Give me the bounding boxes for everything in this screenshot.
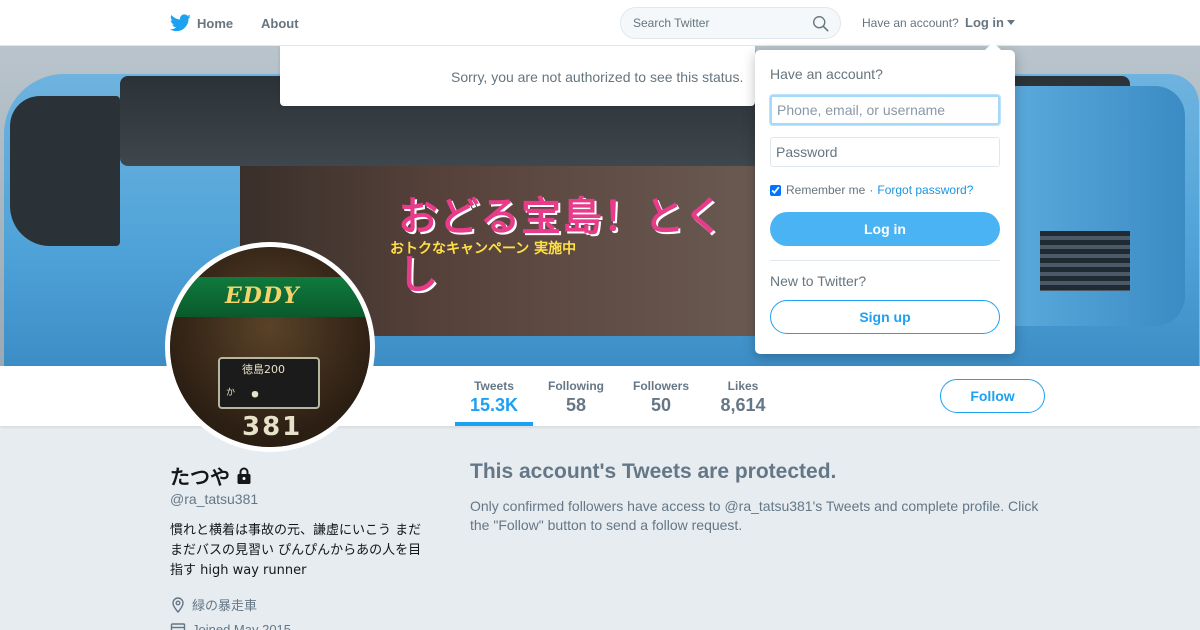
top-navigation-bar: Home About Have an account? Log in bbox=[0, 0, 1200, 46]
search-input[interactable] bbox=[633, 16, 803, 30]
login-toggle-label: Log in bbox=[965, 15, 1004, 30]
profile-name-text: たつや bbox=[170, 465, 230, 489]
login-dropdown-toggle[interactable]: Log in bbox=[965, 15, 1015, 30]
profile-location-text: 緑の暴走車 bbox=[192, 599, 258, 614]
login-button[interactable]: Log in bbox=[770, 212, 1000, 246]
stat-likes-label: Likes bbox=[727, 379, 759, 393]
stat-followers-value: 50 bbox=[650, 395, 672, 415]
profile-name[interactable]: たつや bbox=[170, 461, 252, 490]
separator-dot: · bbox=[869, 183, 874, 197]
stat-followers-label: Followers bbox=[632, 379, 689, 393]
stat-following[interactable]: Following 58 bbox=[543, 366, 609, 426]
follow-button[interactable]: Follow bbox=[940, 379, 1045, 413]
stat-tweets[interactable]: Tweets 15.3K bbox=[455, 366, 533, 426]
profile-location: 緑の暴走車 bbox=[170, 595, 257, 614]
remember-me-label[interactable]: Remember me bbox=[786, 183, 865, 197]
unauthorized-notice-text: Sorry, you are not authorized to see thi… bbox=[451, 69, 744, 85]
plate-kana-text: か bbox=[226, 388, 236, 398]
avatar-license-plate: 徳島200 か ・381 bbox=[218, 357, 320, 442]
have-account-text: Have an account? bbox=[862, 16, 959, 30]
banner-advert-subtitle: おトクなキャンペーン 実施中 bbox=[390, 241, 577, 257]
stat-following-value: 58 bbox=[565, 395, 587, 415]
profile-bio: 慣れと横着は事故の元、謙虚にいこう まだまだバスの見習い ぴんぴんからあの人を目… bbox=[170, 523, 422, 578]
lock-icon bbox=[237, 467, 251, 484]
new-to-twitter-text: New to Twitter? bbox=[770, 273, 867, 289]
banner-bus-grille bbox=[1040, 231, 1130, 291]
banner-bus-front bbox=[10, 96, 120, 246]
stat-likes-value: 8,614 bbox=[720, 395, 766, 415]
twitter-bird-icon bbox=[170, 14, 191, 32]
profile-joined: Joined May 2015 bbox=[170, 621, 291, 630]
stat-likes[interactable]: Likes 8,614 bbox=[712, 366, 774, 426]
remember-me-row: Remember me · Forgot password? bbox=[770, 183, 973, 197]
caret-down-icon bbox=[1007, 20, 1015, 25]
signup-button[interactable]: Sign up bbox=[770, 300, 1000, 334]
unauthorized-notice: Sorry, you are not authorized to see thi… bbox=[280, 46, 755, 106]
stat-tweets-label: Tweets bbox=[474, 379, 514, 393]
nav-about-link[interactable]: About bbox=[261, 16, 299, 31]
protected-tweets-title: This account's Tweets are protected. bbox=[470, 460, 837, 483]
search-icon[interactable] bbox=[812, 15, 829, 32]
username-field[interactable] bbox=[770, 95, 1000, 125]
search-box bbox=[620, 7, 841, 39]
stat-tweets-value: 15.3K bbox=[469, 395, 519, 415]
avatar-sign-text: EDDY bbox=[225, 283, 300, 309]
protected-tweets-text: Only confirmed followers have access to … bbox=[470, 498, 1039, 533]
stat-followers[interactable]: Followers 50 bbox=[628, 366, 694, 426]
avatar[interactable]: EDDY 徳島200 か ・381 bbox=[165, 242, 375, 452]
nav-home-link[interactable]: Home bbox=[170, 12, 233, 34]
profile-joined-text: Joined May 2015 bbox=[192, 621, 292, 630]
login-dropdown-divider bbox=[770, 260, 1000, 261]
profile-handle[interactable]: @ra_tatsu381 bbox=[170, 491, 258, 507]
plate-number-text: ・381 bbox=[242, 381, 303, 442]
login-dropdown-title: Have an account? bbox=[770, 66, 883, 82]
password-field[interactable] bbox=[770, 137, 1000, 167]
stat-following-label: Following bbox=[548, 379, 604, 393]
calendar-icon bbox=[170, 623, 186, 630]
nav-home-label: Home bbox=[197, 15, 234, 31]
login-dropdown: Have an account? Remember me · Forgot pa… bbox=[755, 42, 1015, 354]
forgot-password-link[interactable]: Forgot password? bbox=[877, 183, 973, 197]
remember-me-checkbox[interactable] bbox=[770, 184, 781, 196]
location-pin-icon bbox=[172, 596, 184, 613]
